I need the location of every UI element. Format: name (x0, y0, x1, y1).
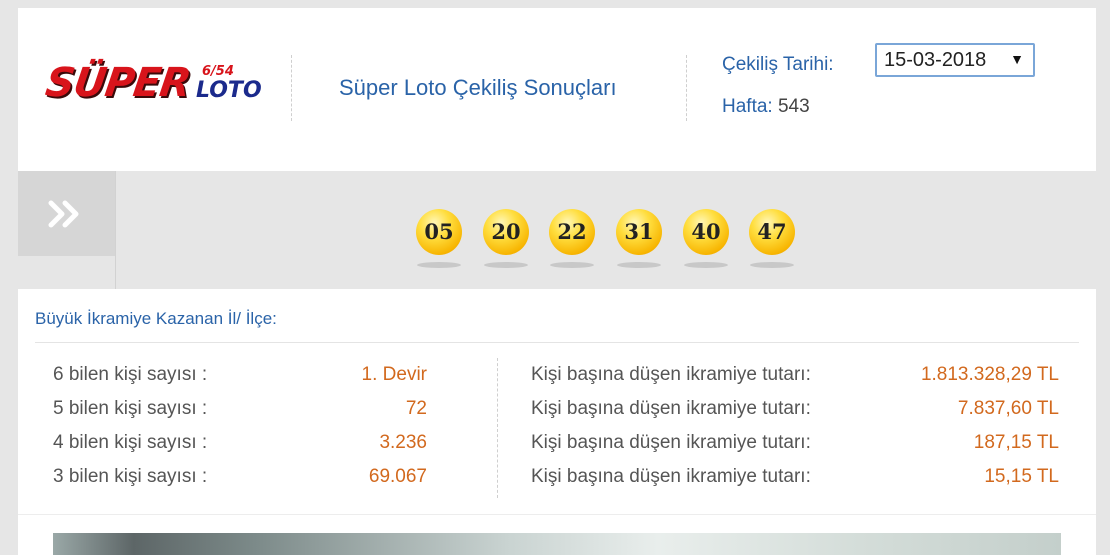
prize-amount: 7.837,60 TL (957, 398, 1059, 419)
prize-amount: 187,15 TL (973, 432, 1059, 453)
winner-count: 69.067 (368, 466, 427, 487)
number-ball: 40 (683, 209, 729, 255)
result-row: 5 bilen kişi sayısı : 72 Kişi başına düş… (18, 398, 1096, 432)
header: SÜPER 6/54 LOTO Süper Loto Çekiliş Sonuç… (18, 8, 1096, 170)
ball-shadow (550, 262, 594, 268)
ball-shadow (617, 262, 661, 268)
super-loto-logo: SÜPER 6/54 LOTO (42, 58, 262, 118)
number-ball: 31 (616, 209, 662, 255)
expand-button[interactable] (18, 171, 115, 256)
double-chevron-right-icon (48, 200, 79, 228)
prize-per-person-label: Kişi başına düşen ikramiye tutarı: (531, 432, 811, 453)
prize-amount: 1.813.328,29 TL (920, 364, 1059, 385)
news-image (53, 533, 1061, 555)
winner-count: 72 (405, 398, 427, 419)
ball-shadow (417, 262, 461, 268)
number-ball: 22 (549, 209, 595, 255)
number-ball: 05 (416, 209, 462, 255)
ball-shadow (750, 262, 794, 268)
section-divider (35, 342, 1079, 343)
winner-count: 1. Devir (361, 364, 427, 385)
winning-numbers-strip: 05 20 22 31 40 47 (18, 171, 1096, 289)
grand-prize-location-label: Büyük İkramiye Kazanan İl/ İlçe: (35, 309, 277, 328)
number-ball: 47 (749, 209, 795, 255)
match-count-label: 3 bilen kişi sayısı : (53, 466, 208, 487)
result-row: 6 bilen kişi sayısı : 1. Devir Kişi başı… (18, 364, 1096, 398)
header-divider (291, 55, 292, 121)
draw-date-label: Çekiliş Tarihi: (722, 54, 834, 75)
ball-shadow (484, 262, 528, 268)
result-row: 3 bilen kişi sayısı : 69.067 Kişi başına… (18, 466, 1096, 500)
result-row: 4 bilen kişi sayısı : 3.236 Kişi başına … (18, 432, 1096, 466)
dropdown-arrow-icon: ▼ (1010, 51, 1024, 67)
logo-654-text: 6/54 (202, 64, 234, 79)
page-title: Süper Loto Çekiliş Sonuçları (339, 75, 617, 100)
prize-amount: 15,15 TL (984, 466, 1059, 487)
logo-loto-text: LOTO (196, 78, 262, 103)
match-count-label: 4 bilen kişi sayısı : (53, 432, 208, 453)
strip-divider (115, 171, 116, 289)
logo-super-text: SÜPER (42, 60, 193, 106)
week-label: Hafta: 543 (722, 96, 810, 118)
number-ball: 20 (483, 209, 529, 255)
section-divider (18, 514, 1096, 515)
winner-count: 3.236 (379, 432, 427, 453)
week-value: 543 (777, 96, 810, 117)
prize-per-person-label: Kişi başına düşen ikramiye tutarı: (531, 398, 811, 419)
prize-per-person-label: Kişi başına düşen ikramiye tutarı: (531, 466, 811, 487)
header-divider (686, 55, 687, 121)
results-card: SÜPER 6/54 LOTO Süper Loto Çekiliş Sonuç… (18, 8, 1096, 555)
match-count-label: 5 bilen kişi sayısı : (53, 398, 208, 419)
ball-shadow (684, 262, 728, 268)
match-count-label: 6 bilen kişi sayısı : (53, 364, 208, 385)
draw-date-value: 15-03-2018 (884, 49, 987, 71)
draw-date-select[interactable]: 15-03-2018 ▼ (875, 43, 1035, 77)
week-label-text: Hafta: (722, 96, 773, 117)
prize-per-person-label: Kişi başına düşen ikramiye tutarı: (531, 364, 811, 385)
